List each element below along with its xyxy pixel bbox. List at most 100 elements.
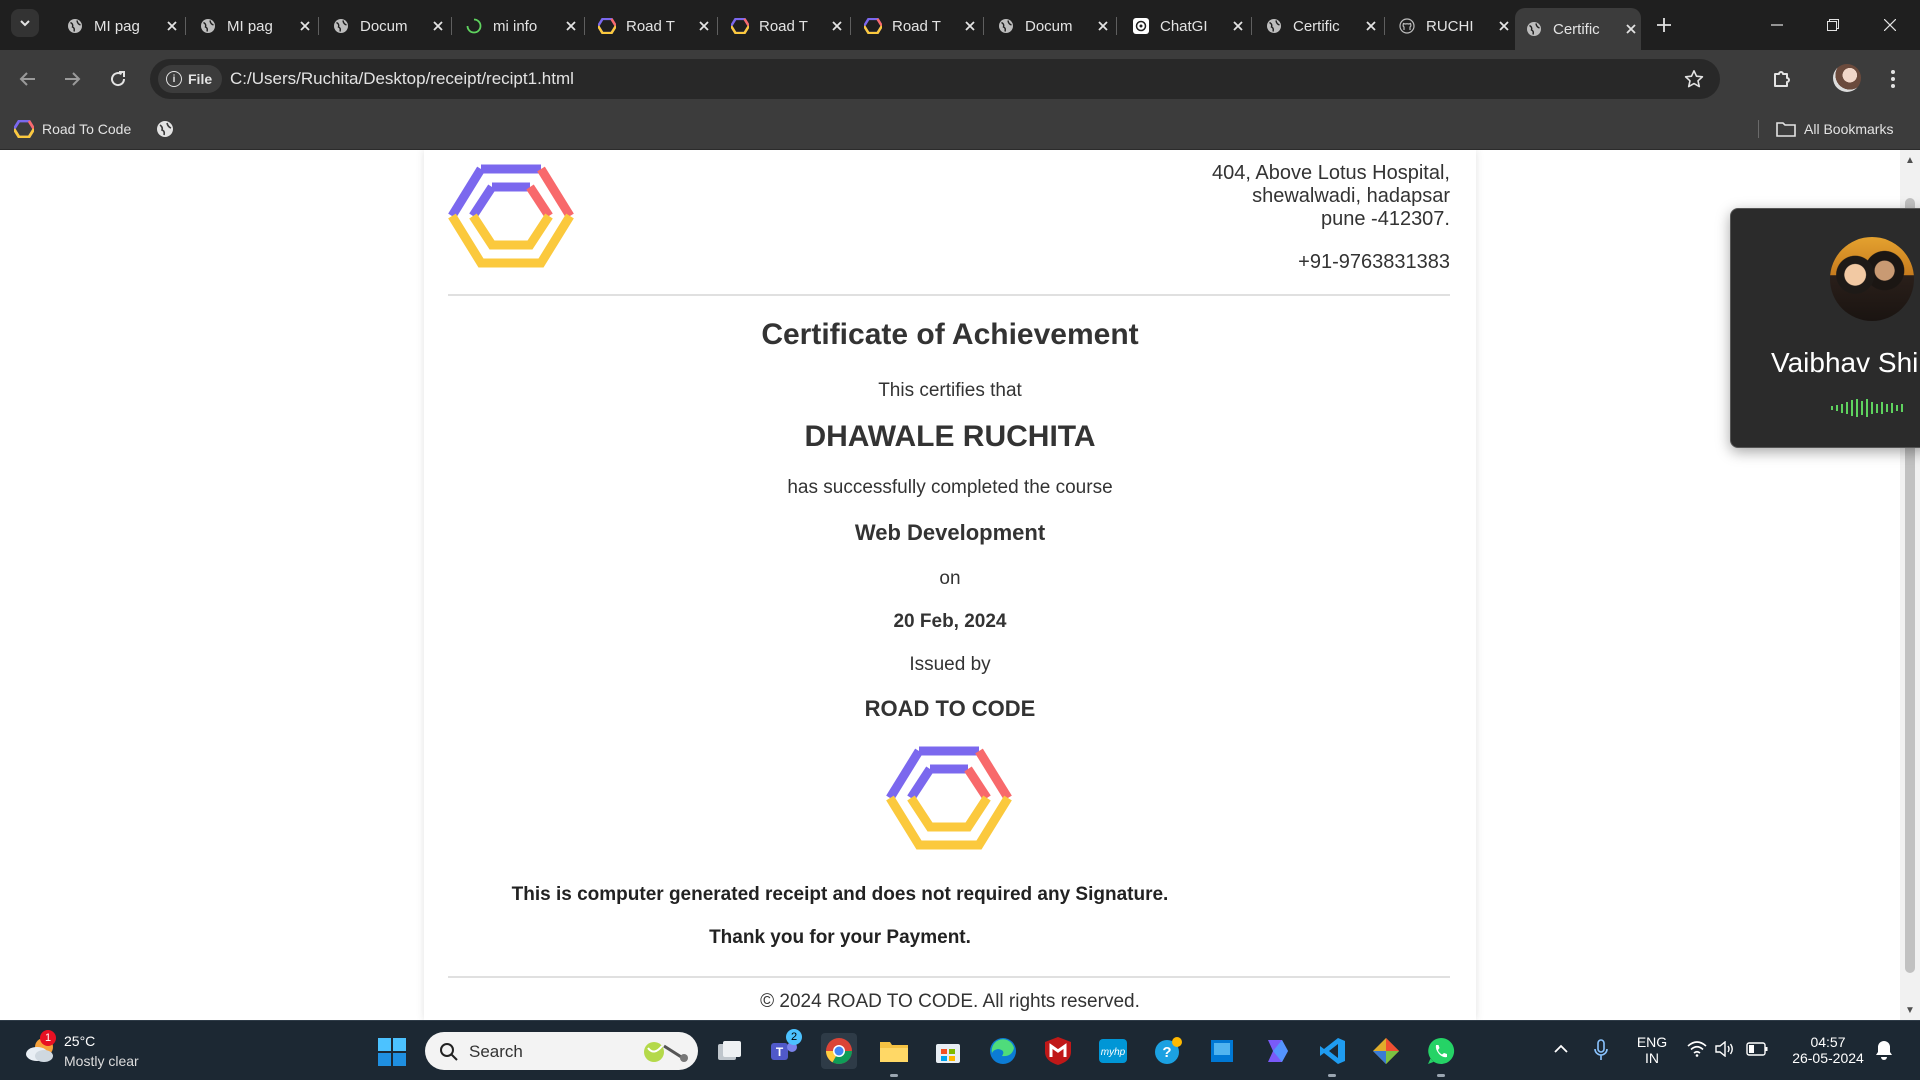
teams-badge: 2 xyxy=(786,1029,802,1045)
close-tab-icon[interactable] xyxy=(694,16,714,36)
speaker-icon[interactable] xyxy=(1715,1041,1735,1057)
browser-tab[interactable]: Docum xyxy=(987,10,1113,42)
close-tab-icon[interactable] xyxy=(428,16,448,36)
bookmark-road-to-code[interactable]: Road To Code xyxy=(14,117,131,141)
close-tab-icon[interactable] xyxy=(1621,19,1641,39)
tab-title: ChatGI xyxy=(1160,17,1208,35)
new-tab-button[interactable] xyxy=(1650,11,1678,39)
recipient-name: DHAWALE RUCHITA xyxy=(804,420,1096,453)
page-viewport: 404, Above Lotus Hospital, shewalwadi, h… xyxy=(0,150,1920,1020)
scroll-down-icon[interactable]: ▼ xyxy=(1904,1004,1916,1016)
taskbar-search[interactable]: Search xyxy=(425,1032,698,1070)
microphone-icon[interactable] xyxy=(1594,1039,1608,1061)
language-indicator[interactable]: ENG IN xyxy=(1634,1034,1670,1066)
windows-taskbar: 1 25°C Mostly clear Search T 2 myhp ? EN… xyxy=(0,1020,1920,1080)
close-tab-icon[interactable] xyxy=(1361,16,1381,36)
issued-by-text: Issued by xyxy=(909,654,991,675)
computer-generated-note: This is computer generated receipt and d… xyxy=(511,884,1169,905)
loading-icon xyxy=(465,17,483,35)
browser-tab[interactable]: RUCHI xyxy=(1388,10,1514,42)
browser-tab[interactable]: MI pag xyxy=(189,10,315,42)
whatsapp-icon[interactable] xyxy=(1423,1033,1459,1077)
file-explorer-icon[interactable] xyxy=(876,1033,912,1077)
task-view-icon[interactable] xyxy=(712,1033,748,1069)
browser-tab[interactable]: ChatGI xyxy=(1122,10,1248,42)
chrome-icon[interactable] xyxy=(821,1033,857,1069)
wifi-icon[interactable] xyxy=(1687,1041,1707,1057)
close-tab-icon[interactable] xyxy=(1494,16,1514,36)
close-tab-icon[interactable] xyxy=(1228,16,1248,36)
mcafee-icon[interactable] xyxy=(1040,1033,1076,1069)
github-icon xyxy=(1398,17,1416,35)
windows-app-icon[interactable] xyxy=(1204,1033,1240,1069)
reload-icon xyxy=(111,71,126,87)
back-button[interactable] xyxy=(13,64,43,94)
on-text: on xyxy=(939,568,961,589)
close-tab-icon[interactable] xyxy=(295,16,315,36)
restore-button[interactable] xyxy=(1805,0,1861,50)
close-tab-icon[interactable] xyxy=(162,16,182,36)
address-bar[interactable]: i File C:/Users/Ruchita/Desktop/receipt/… xyxy=(150,59,1720,99)
notification-bell-icon[interactable] xyxy=(1875,1040,1893,1060)
browser-tab[interactable]: Certific xyxy=(1255,10,1381,42)
teams-icon[interactable]: T 2 xyxy=(766,1029,802,1069)
scroll-up-icon[interactable]: ▲ xyxy=(1904,154,1916,166)
browser-tab[interactable]: Road T xyxy=(854,10,980,42)
call-preview-card[interactable]: Vaibhav Shi xyxy=(1730,208,1920,448)
address-line: pune -412307. xyxy=(1320,208,1450,230)
clock[interactable]: 04:57 26-05-2024 xyxy=(1783,1034,1873,1066)
battery-icon[interactable] xyxy=(1746,1042,1768,1056)
thank-you-note: Thank you for your Payment. xyxy=(709,927,971,948)
microsoft-store-icon[interactable] xyxy=(930,1033,966,1069)
site-info-chip[interactable]: i File xyxy=(158,65,223,93)
browser-tab[interactable]: Road T xyxy=(721,10,847,42)
minimize-button[interactable] xyxy=(1749,0,1805,50)
caller-name: Vaibhav Shi xyxy=(1771,347,1919,378)
tab-separator xyxy=(1384,17,1385,35)
menu-button[interactable] xyxy=(1878,64,1908,94)
tab-separator xyxy=(1116,17,1117,35)
search-highlight-icon xyxy=(644,1042,688,1062)
copilot-icon[interactable] xyxy=(1259,1033,1295,1069)
company-phone: +91-9763831383 xyxy=(1298,251,1450,273)
tab-search-button[interactable] xyxy=(11,9,39,37)
browser-tab[interactable]: Docum xyxy=(322,10,448,42)
close-tab-icon[interactable] xyxy=(561,16,581,36)
profile-avatar[interactable] xyxy=(1833,64,1861,92)
edge-icon[interactable] xyxy=(985,1033,1021,1069)
tab-title: Certific xyxy=(1293,17,1340,35)
close-tab-icon[interactable] xyxy=(960,16,980,36)
course-name: Web Development xyxy=(854,520,1046,545)
get-help-icon[interactable]: ? xyxy=(1150,1033,1186,1069)
chevron-up-icon[interactable] xyxy=(1553,1043,1569,1055)
browser-tab[interactable]: Certific xyxy=(1515,8,1641,50)
reload-button[interactable] xyxy=(103,64,133,94)
globe-icon xyxy=(199,17,217,35)
globe-icon xyxy=(332,17,350,35)
restore-icon xyxy=(1827,19,1839,31)
weather-widget[interactable]: 1 25°C Mostly clear xyxy=(24,1029,184,1073)
myhp-icon[interactable]: myhp xyxy=(1095,1033,1131,1069)
bookmark-globe[interactable] xyxy=(156,117,182,141)
road-to-code-logo xyxy=(731,17,749,35)
extensions-button[interactable] xyxy=(1767,64,1797,94)
git-app-icon[interactable] xyxy=(1368,1033,1404,1069)
vscode-icon[interactable] xyxy=(1314,1033,1350,1077)
close-icon xyxy=(1884,19,1896,31)
windows-start-icon[interactable] xyxy=(378,1038,406,1066)
bookmark-star-button[interactable] xyxy=(1682,67,1706,91)
svg-text:?: ? xyxy=(1162,1044,1171,1061)
all-bookmarks-label: All Bookmarks xyxy=(1804,121,1894,137)
road-to-code-logo xyxy=(886,746,1012,850)
browser-tab[interactable]: Road T xyxy=(588,10,714,42)
url-text[interactable]: C:/Users/Ruchita/Desktop/receipt/recipt1… xyxy=(230,69,574,89)
close-window-button[interactable] xyxy=(1862,0,1918,50)
browser-tab[interactable]: MI pag xyxy=(56,10,182,42)
close-tab-icon[interactable] xyxy=(1093,16,1113,36)
all-bookmarks-button[interactable]: All Bookmarks xyxy=(1776,117,1893,141)
tab-title: mi info xyxy=(493,17,538,35)
forward-button[interactable] xyxy=(57,64,87,94)
browser-tab[interactable]: mi info xyxy=(455,10,581,42)
address-line: 404, Above Lotus Hospital, xyxy=(1212,162,1450,184)
close-tab-icon[interactable] xyxy=(827,16,847,36)
